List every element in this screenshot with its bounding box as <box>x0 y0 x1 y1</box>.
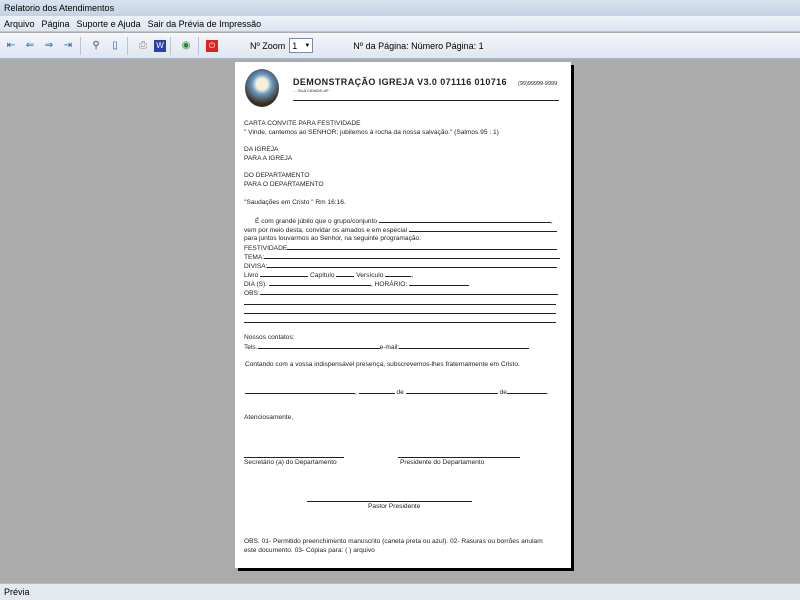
dia-label: DIA (S): <box>244 281 268 288</box>
separator <box>198 36 199 55</box>
to-department: PARA O DEPARTAMENTO <box>244 181 324 188</box>
menu-bar: Arquivo Página Suporte e Ajuda Sair da P… <box>0 16 800 32</box>
separator <box>170 36 171 55</box>
day-field <box>358 388 395 394</box>
zoom-label: Nº Zoom <box>250 40 286 51</box>
divider <box>293 100 559 101</box>
close-preview-icon[interactable]: ⏻ <box>206 39 218 52</box>
menu-pagina[interactable]: Página <box>42 16 70 31</box>
obs-line <box>244 304 556 305</box>
footer-note: OBS. 01- Permitido preenchimento manuscr… <box>244 538 543 545</box>
dia-field <box>268 280 371 286</box>
last-page-icon[interactable]: ⇥ <box>60 38 76 54</box>
contacts-label: Nossos contatos: <box>244 334 295 341</box>
month-field <box>405 388 498 394</box>
secretary-label: Secretário (a) do Departamento <box>244 459 337 466</box>
livro-label: Livro <box>244 272 259 279</box>
email-field <box>399 343 530 349</box>
regards: Atenciosamente, <box>244 414 294 421</box>
menu-suporte[interactable]: Suporte e Ajuda <box>77 16 141 31</box>
versiculo-label: Versículo <box>356 272 384 279</box>
two-pages-icon[interactable]: ▯ <box>107 38 123 54</box>
from-church: DA IGREJA <box>244 146 279 153</box>
tema-field <box>264 253 561 259</box>
from-department: DO DEPARTAMENTO <box>244 172 310 179</box>
tels-field <box>257 343 380 349</box>
president-label: Presidente do Departamento <box>400 459 485 466</box>
horario-label: HORÁRIO: <box>374 281 408 288</box>
invite-text-2: vem por meio desta, convidar os amados e… <box>244 227 408 234</box>
chevron-down-icon: ▼ <box>304 42 311 49</box>
year-field <box>506 388 547 394</box>
tels-label: Tels. <box>244 344 258 351</box>
zoom-select[interactable]: 1 ▼ <box>289 38 314 53</box>
word-export-icon[interactable]: W <box>154 39 166 52</box>
invite-text: É com grande júbilo que o grupo/conjunto <box>255 218 378 225</box>
greeting: "Saudações em Cristo " Rm 16:16. <box>244 199 346 206</box>
next-page-icon[interactable]: ⇒ <box>41 38 57 54</box>
header-title: DEMONSTRAÇÃO IGREJA V3.0 071116 010716 <box>293 77 507 87</box>
to-church: PARA A IGREJA <box>244 155 293 162</box>
divisa-field <box>267 262 558 268</box>
document-page: DEMONSTRAÇÃO IGREJA V3.0 071116 010716 -… <box>235 62 571 568</box>
pastor-label: Pastor Presidente <box>368 503 421 510</box>
separator <box>127 36 128 55</box>
toolbar: ⇤ ⇐ ⇒ ⇥ ⚲ ▯ ⎙ W ◉ ⏻ Nº Zoom 1 ▼ Nº da Pág… <box>0 33 800 59</box>
menu-arquivo[interactable]: Arquivo <box>4 16 35 31</box>
divisa-label: DIVISA: <box>244 263 268 270</box>
email-label: e-mail: <box>379 344 400 351</box>
search-icon[interactable]: ⚲ <box>88 38 104 54</box>
livro-field <box>260 271 309 277</box>
capitulo-field <box>336 271 355 277</box>
signature-line <box>398 457 520 458</box>
de-label: de <box>499 389 507 396</box>
signature-line <box>307 501 472 502</box>
export-icon[interactable]: ◉ <box>178 38 194 54</box>
tema-label: TEMA: <box>244 254 265 261</box>
separator <box>80 36 81 55</box>
program-text: para juntos louvarmos ao Senhor, na segu… <box>244 235 422 242</box>
obs-label: OBS: <box>244 290 260 297</box>
print-icon[interactable]: ⎙ <box>135 38 151 54</box>
festividade-field <box>287 244 558 250</box>
group-field <box>378 217 551 223</box>
signature-line <box>244 457 344 458</box>
horario-field <box>409 280 470 286</box>
city-field <box>245 388 355 394</box>
special-field <box>408 226 557 232</box>
doc-title: CARTA CONVITE PARA FESTIVIDADE <box>244 120 361 127</box>
window-title: Relatorio dos Atendimentos <box>0 0 800 16</box>
header-phone: (99)99999-9999 <box>518 81 558 87</box>
versiculo-field <box>385 271 412 277</box>
festividade-label: FESTIVIDADE <box>244 245 288 252</box>
header-city: - - SUA CIDADE-UF <box>293 88 329 93</box>
church-logo <box>245 69 279 107</box>
obs-line <box>244 322 556 323</box>
de-label: de <box>396 389 404 396</box>
status-bar: Prévia <box>0 583 800 600</box>
zoom-value: 1 <box>292 40 298 51</box>
bible-quote: " Vinde, cantemos ao SENHOR; jubilemos à… <box>244 129 499 136</box>
menu-sair[interactable]: Sair da Prévia de Impressão <box>148 16 262 31</box>
closing-text: Contando com a vossa indispensável prese… <box>245 361 520 368</box>
first-page-icon[interactable]: ⇤ <box>3 38 19 54</box>
obs-line <box>244 313 556 314</box>
footer-note-2: este documento. 03- Cópias para: ( ) arq… <box>244 547 375 554</box>
page-number-label: Nº da Página: Número Página: 1 <box>353 40 484 51</box>
prev-page-icon[interactable]: ⇐ <box>22 38 38 54</box>
capitulo-label: Capítulo <box>309 272 335 279</box>
obs-field <box>259 289 558 295</box>
